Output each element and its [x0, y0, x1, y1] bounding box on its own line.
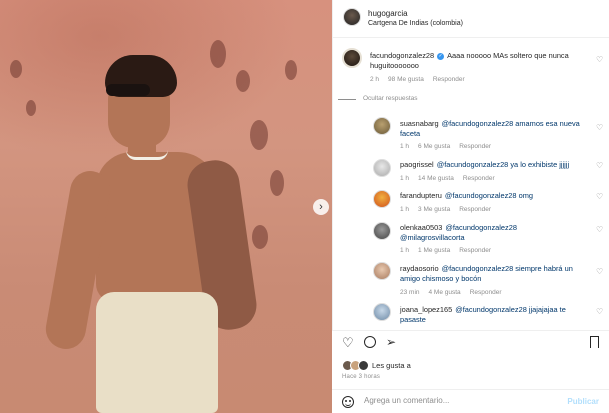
reply-button[interactable]: Responder	[459, 143, 491, 150]
reply-body: @facundogonzalez28 omg	[444, 191, 533, 200]
reply-likes[interactable]: 3 Me gusta	[418, 206, 450, 213]
chevron-right-icon: ›	[319, 200, 323, 213]
comment-text: facundogonzalez28 ✓ Aaaa nooooo MAs solter…	[370, 51, 592, 71]
comment-input[interactable]	[364, 396, 524, 405]
reply-text: raydaosorio @facundogonzalez28 siempre ha…	[400, 264, 588, 284]
reply-text: suasnabarg @facundogonzalez28 amamos esa …	[400, 119, 588, 139]
avatar[interactable]	[373, 190, 391, 208]
leaf-shadow	[26, 100, 36, 116]
reply-username[interactable]: farandupteru	[400, 191, 442, 200]
heart-icon[interactable]: ♡	[596, 161, 603, 170]
reply-username[interactable]: joana_lopez165	[400, 305, 452, 314]
verified-badge-icon: ✓	[437, 52, 445, 60]
heart-icon[interactable]: ♡	[596, 307, 603, 316]
post-header: hugogarcia Cartgena De Indias (colombia)	[333, 0, 609, 38]
emoji-icon[interactable]	[342, 396, 354, 408]
reply-body: @facundogonzalez28 ya lo exhibiste jjjjj…	[436, 160, 570, 169]
post-author-username[interactable]: hugogarcia	[368, 9, 408, 18]
reply-time: 1 h	[400, 206, 410, 213]
reply-text: paogrissel @facundogonzalez28 ya lo exhib…	[400, 160, 588, 170]
bookmark-icon[interactable]	[590, 336, 599, 348]
like-heart-icon[interactable]: ♡	[342, 335, 354, 351]
post-photo[interactable]: ›	[0, 0, 332, 413]
reply-button[interactable]: Responder	[459, 206, 491, 213]
avatar[interactable]	[373, 262, 391, 280]
leaf-shadow	[285, 60, 297, 80]
avatar[interactable]	[373, 159, 391, 177]
divider	[338, 99, 356, 100]
reply-meta: 1 h 14 Me gusta Responder	[400, 175, 504, 182]
reply-text: olenkaa0503 @facundogonzalez28 @milagrosv…	[400, 223, 530, 243]
post-footer: ♡ ➢ Les gusta a Hace 3 horas Publicar	[332, 330, 609, 413]
leaf-shadow	[250, 120, 268, 150]
leaf-shadow	[252, 225, 268, 249]
reply-button[interactable]: Responder	[470, 289, 502, 296]
reply-time: 1 h	[400, 247, 410, 254]
heart-icon[interactable]: ♡	[596, 225, 603, 234]
add-comment-bar: Publicar	[332, 389, 609, 413]
reply-time: 1 h	[400, 143, 410, 150]
reply-username[interactable]: raydaosorio	[400, 264, 439, 273]
publish-button[interactable]: Publicar	[567, 397, 599, 406]
reply-likes[interactable]: 14 Me gusta	[418, 175, 454, 182]
next-photo-button[interactable]: ›	[313, 199, 329, 215]
reply-time: 23 min	[400, 289, 420, 296]
avatar[interactable]	[373, 117, 391, 135]
comment-likes[interactable]: 98 Me gusta	[388, 76, 424, 83]
reply-meta: 1 h 6 Me gusta Responder	[400, 143, 500, 150]
share-send-icon[interactable]: ➢	[386, 335, 396, 349]
leaf-shadow	[210, 40, 226, 68]
reply-username[interactable]: olenkaa0503	[400, 223, 442, 232]
heart-icon[interactable]: ♡	[596, 192, 603, 201]
reply-button[interactable]: Responder	[459, 247, 491, 254]
reply-button[interactable]: Responder	[433, 76, 465, 83]
reply-likes[interactable]: 6 Me gusta	[418, 143, 450, 150]
heart-icon[interactable]: ♡	[596, 267, 603, 276]
reply-text: farandupteru @facundogonzalez28 omg	[400, 191, 588, 201]
reply-time: 1 h	[400, 175, 410, 182]
reply-likes[interactable]: 1 Me gusta	[418, 247, 450, 254]
avatar[interactable]	[342, 48, 362, 68]
sunglasses	[106, 84, 150, 96]
likes-text[interactable]: Les gusta a	[372, 361, 411, 370]
avatar[interactable]	[373, 303, 391, 321]
comment-username[interactable]: facundogonzalez28	[370, 51, 434, 60]
comment-bubble-icon[interactable]	[364, 336, 376, 348]
leaf-shadow	[10, 60, 22, 78]
necklace	[126, 150, 168, 160]
heart-icon[interactable]: ♡	[596, 55, 603, 64]
leaf-shadow	[236, 70, 250, 92]
reply-username[interactable]: paogrissel	[400, 160, 434, 169]
hide-replies-button[interactable]: Ocultar respuestas	[363, 95, 418, 102]
post-time-ago: Hace 3 horas	[342, 374, 381, 380]
reply-text: joana_lopez165 @facundogonzalez28 jjajaja…	[400, 305, 580, 325]
leaf-shadow	[270, 170, 284, 196]
reply-meta: 1 h 1 Me gusta Responder	[400, 247, 500, 254]
reply-likes[interactable]: 4 Me gusta	[429, 289, 461, 296]
heart-icon[interactable]: ♡	[596, 123, 603, 132]
avatar	[358, 360, 369, 371]
post-location[interactable]: Cartgena De Indias (colombia)	[368, 20, 463, 27]
avatar[interactable]	[373, 222, 391, 240]
reply-username[interactable]: suasnabarg	[400, 119, 439, 128]
comment-meta: 2 h 98 Me gusta Responder	[370, 76, 474, 83]
comment-time: 2 h	[370, 76, 380, 83]
reply-meta: 23 min 4 Me gusta Responder	[400, 289, 511, 296]
shorts	[96, 292, 218, 413]
avatar[interactable]	[343, 8, 361, 26]
reply-button[interactable]: Responder	[463, 175, 495, 182]
reply-meta: 1 h 3 Me gusta Responder	[400, 206, 500, 213]
